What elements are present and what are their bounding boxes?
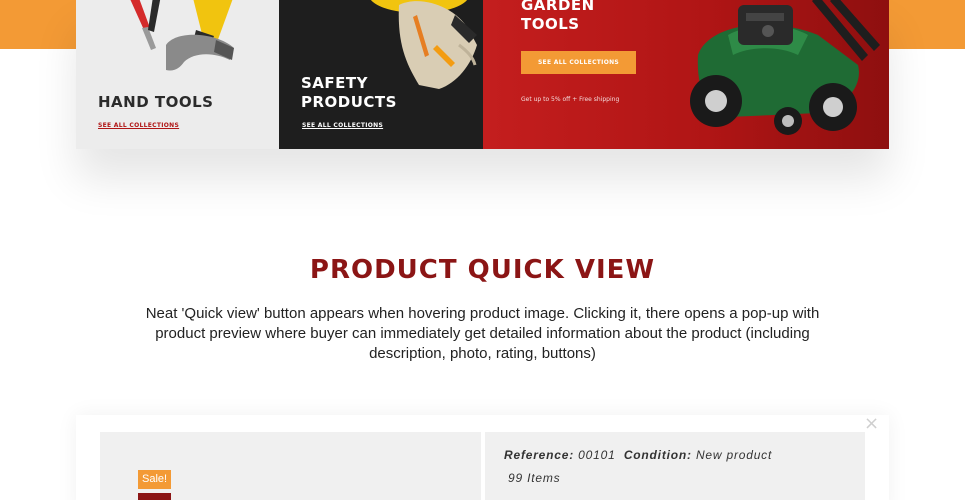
see-all-link[interactable]: SEE ALL COLLECTIONS	[98, 122, 179, 129]
sale-badge: Sale!	[138, 470, 172, 489]
banner-title-line1: SAFETY	[301, 74, 368, 92]
reference-label: Reference:	[504, 448, 575, 462]
banner-title-line1: GARDEN	[521, 0, 595, 14]
section-title: PRODUCT QUICK VIEW	[309, 255, 656, 285]
stock-count: 99 Items	[508, 471, 561, 485]
new-badge	[138, 493, 171, 500]
header-bar-right	[889, 0, 965, 49]
promo-note: Get up to 5% off + Free shipping	[521, 96, 620, 103]
condition-label: Condition:	[623, 448, 692, 462]
see-all-link[interactable]: SEE ALL COLLECTIONS	[302, 122, 383, 129]
product-meta: Reference: 00101 Condition: New product …	[504, 444, 772, 490]
quickview-image-panel	[100, 432, 481, 500]
reference-value: 00101	[578, 448, 616, 462]
banner-title: SAFETY PRODUCTS	[301, 74, 441, 112]
section-description: Neat 'Quick view' button appears when ho…	[145, 305, 820, 362]
lawn-mower-icon	[690, 0, 880, 135]
product-meta-line1: Reference: 00101 Condition: New product	[504, 444, 772, 467]
banner-title: GARDEN TOOLS	[521, 0, 661, 34]
hammer-icon	[130, 0, 234, 71]
banner-hand-tools[interactable]: HAND TOOLS SEE ALL COLLECTIONS	[76, 0, 279, 149]
see-all-collections-button[interactable]: SEE ALL COLLECTIONS	[521, 51, 636, 74]
condition-value: New product	[695, 448, 773, 462]
banner-title-line2: TOOLS	[521, 15, 580, 33]
close-icon[interactable]: ×	[864, 414, 879, 434]
page: HAND TOOLS SEE ALL COLLECTIONS SAFETY PR…	[0, 0, 965, 500]
banner-title: HAND TOOLS	[98, 93, 214, 111]
header-bar-left	[0, 0, 76, 49]
banner-garden-tools[interactable]: GARDEN TOOLS SEE ALL COLLECTIONS Get up …	[483, 0, 889, 149]
banner-safety-products[interactable]: SAFETY PRODUCTS SEE ALL COLLECTIONS	[279, 0, 483, 149]
banner-title-line2: PRODUCTS	[301, 93, 397, 111]
